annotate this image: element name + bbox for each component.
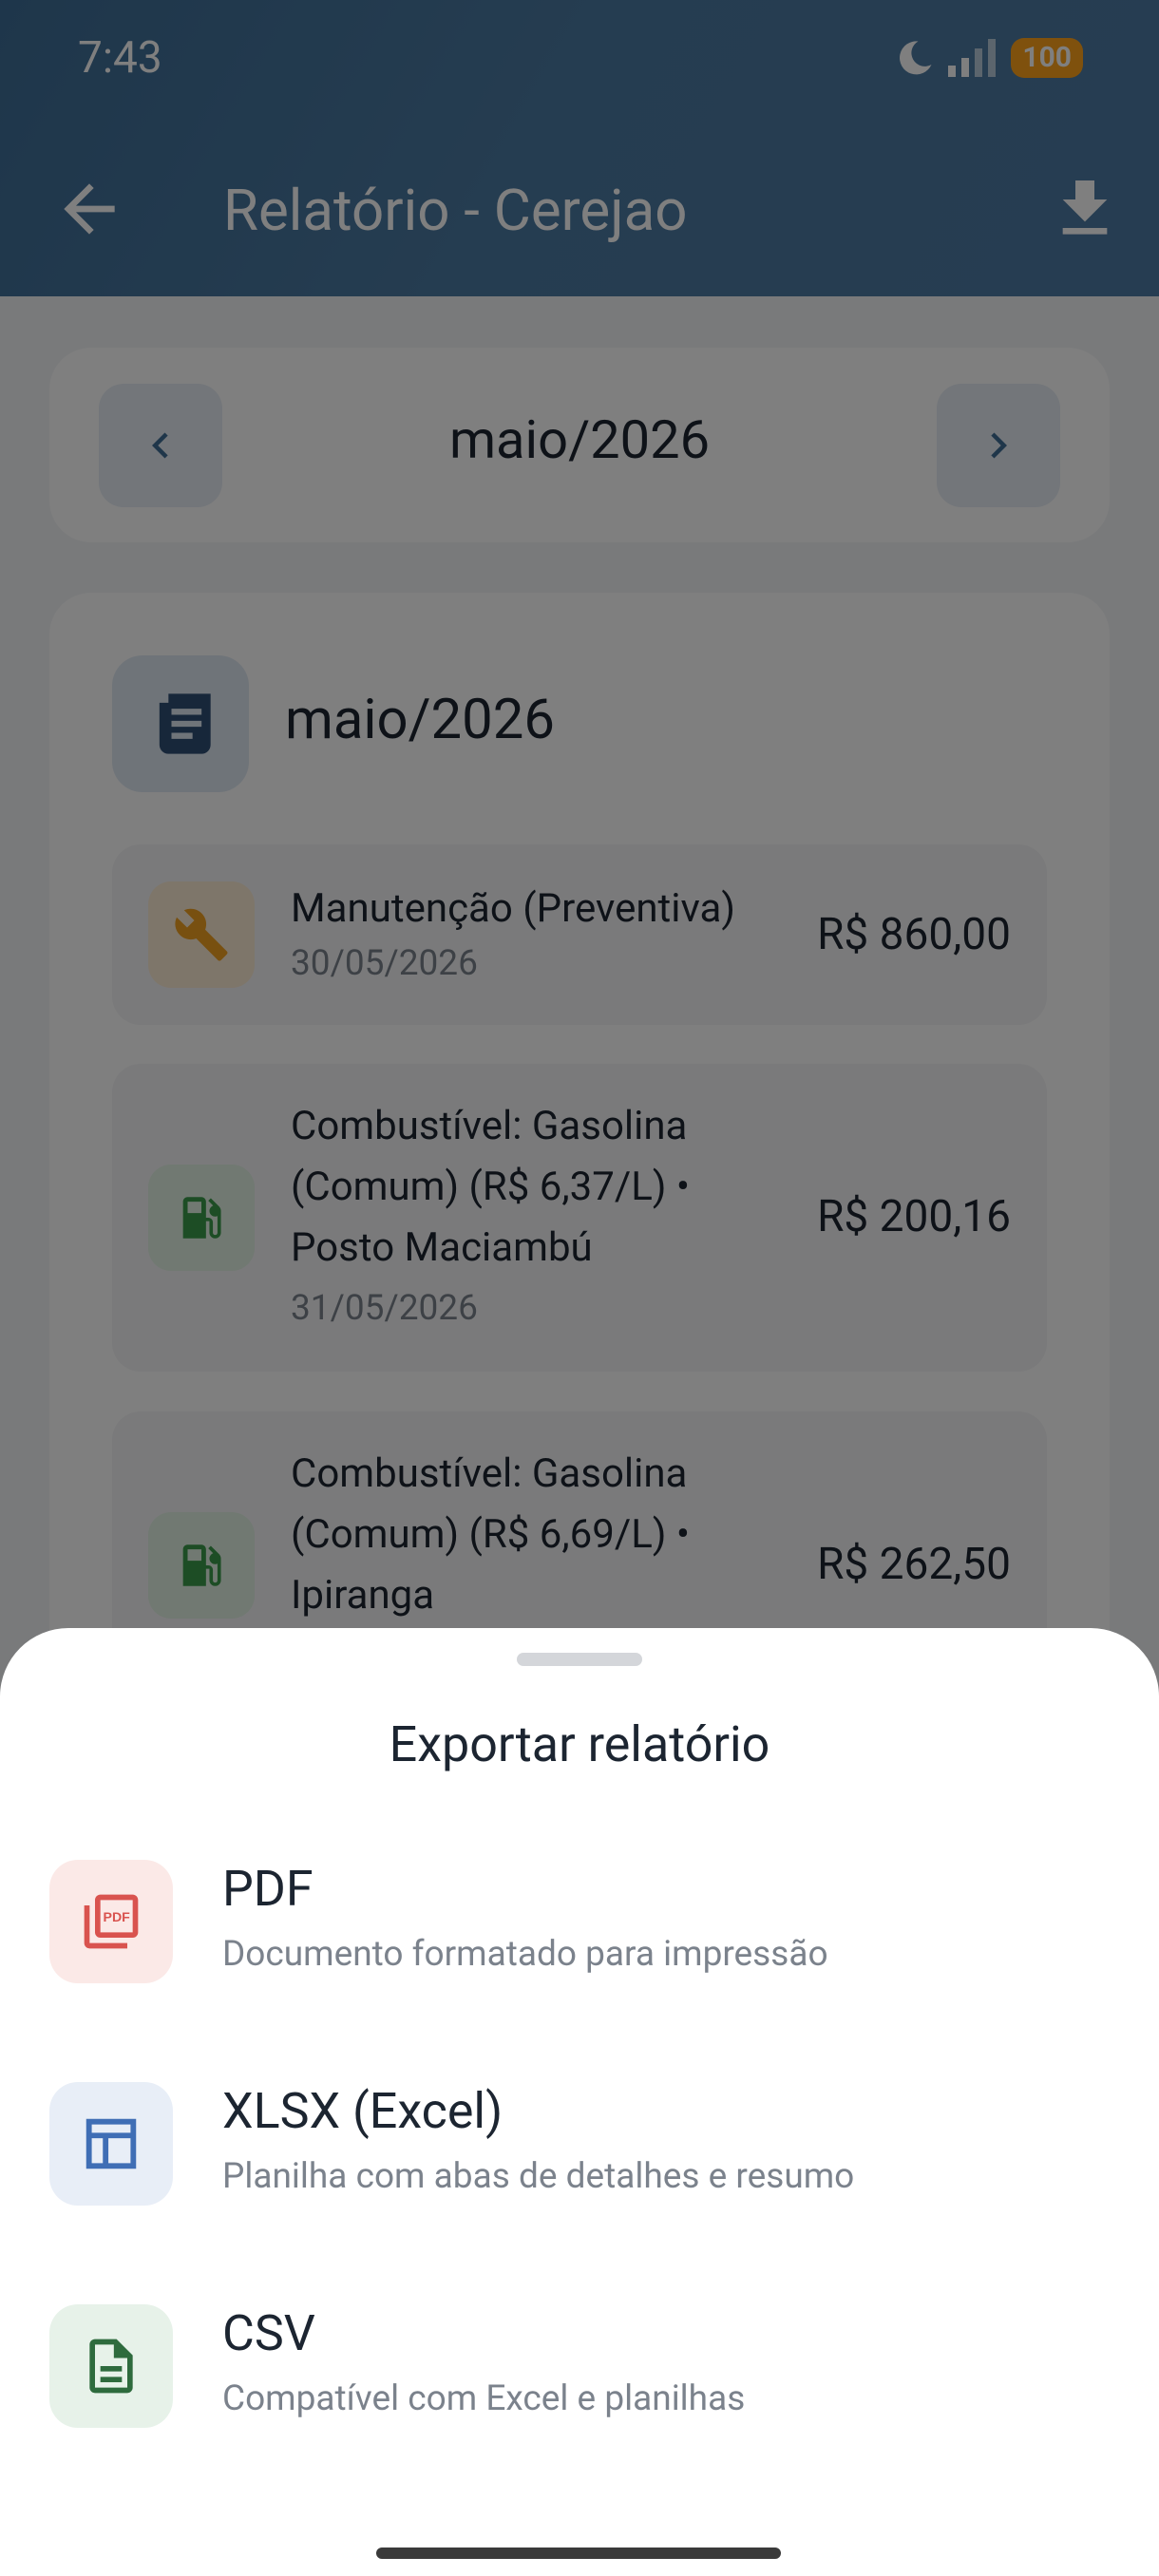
option-description: Compatível com Excel e planilhas (222, 2378, 746, 2419)
option-label: CSV (222, 2304, 315, 2362)
option-description: Planilha com abas de detalhes e resumo (222, 2156, 855, 2197)
export-pdf-option[interactable]: PDF PDF Documento formatado para impress… (0, 1860, 1159, 2080)
option-label: PDF (222, 1860, 314, 1918)
home-indicator[interactable] (376, 2548, 781, 2559)
pdf-icon: PDF (49, 1860, 173, 1983)
export-bottom-sheet: Exportar relatório PDF PDF Documento for… (0, 1628, 1159, 2576)
export-xlsx-option[interactable]: XLSX (Excel) Planilha com abas de detalh… (0, 2082, 1159, 2302)
export-csv-option[interactable]: CSV Compatível com Excel e planilhas (0, 2304, 1159, 2525)
option-label: XLSX (Excel) (222, 2082, 504, 2140)
svg-text:PDF: PDF (104, 1910, 131, 1925)
sheet-title: Exportar relatório (389, 1715, 770, 1773)
drag-handle[interactable] (517, 1653, 642, 1666)
document-icon (49, 2304, 173, 2428)
table-icon (49, 2082, 173, 2206)
option-description: Documento formatado para impressão (222, 1934, 828, 1975)
